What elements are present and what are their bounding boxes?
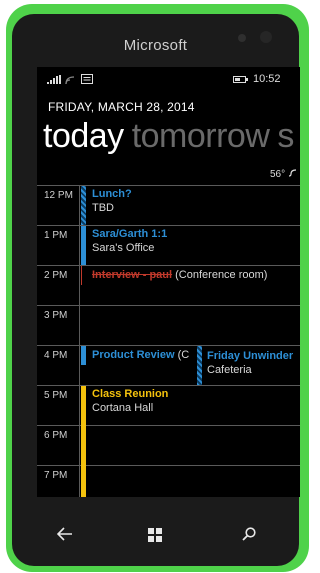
- calendar-event-class-reunion[interactable]: Class Reunion Cortana Hall: [92, 387, 292, 415]
- wifi-icon: [65, 76, 75, 85]
- pivot-tab-tomorrow[interactable]: tomorrow: [132, 117, 270, 155]
- front-camera: [260, 31, 272, 43]
- back-arrow-icon[interactable]: [53, 526, 77, 546]
- event-location: Sara's Office: [92, 242, 155, 254]
- weather-summary: 56°: [270, 168, 298, 180]
- event-status-bar-busy: [81, 346, 86, 365]
- proximity-sensor: [238, 34, 246, 42]
- event-title: Product Review: [92, 349, 175, 361]
- hour-divider: [37, 425, 300, 426]
- event-title: Lunch?: [92, 188, 132, 200]
- status-bar: 10:52: [37, 73, 300, 87]
- calendar-event-sara-garth[interactable]: Sara/Garth 1:1 Sara's Office: [92, 227, 292, 255]
- weather-temperature: 56°: [270, 169, 286, 180]
- event-status-bar-tentative: [197, 346, 202, 385]
- event-location: TBD: [92, 202, 114, 214]
- pivot-header: today tomorrow s: [43, 117, 294, 156]
- hour-label: 4 PM: [44, 350, 68, 361]
- hour-label: 7 PM: [44, 470, 68, 481]
- message-icon: [81, 74, 93, 84]
- time-column-divider: [79, 185, 80, 497]
- hour-divider: [37, 385, 300, 386]
- event-location: Cafeteria: [207, 364, 252, 376]
- event-status-bar-canceled: [81, 266, 82, 285]
- hour-divider: [37, 225, 300, 226]
- battery-icon: [233, 76, 248, 83]
- search-icon[interactable]: [237, 526, 261, 547]
- hour-divider: [37, 465, 300, 466]
- calendar-event-lunch[interactable]: Lunch? TBD: [92, 187, 292, 215]
- hour-divider: [37, 265, 300, 266]
- event-status-bar-busy: [81, 226, 86, 265]
- hour-label: 3 PM: [44, 310, 68, 321]
- hour-label: 12 PM: [44, 190, 73, 201]
- phone-screen: 10:52 FRIDAY, MARCH 28, 2014 today tomorr…: [37, 67, 300, 497]
- event-title: Friday Unwinder: [207, 350, 294, 362]
- pivot-tab-today[interactable]: today: [43, 117, 124, 155]
- calendar-event-friday-unwinder[interactable]: Friday Unwinder Cafeteria: [207, 349, 300, 377]
- device-brand-logo: Microsoft: [123, 37, 188, 54]
- status-time: 10:52: [253, 73, 281, 85]
- header-date: FRIDAY, MARCH 28, 2014: [48, 100, 195, 114]
- phone-shell: Microsoft 10:52 FRIDAY, MARCH 28, 2014 t…: [6, 4, 309, 572]
- event-title: Sara/Garth 1:1: [92, 228, 168, 240]
- calendar-event-product-review[interactable]: Product Review (C: [92, 348, 195, 362]
- day-agenda-grid: 12 PM 1 PM 2 PM 3 PM 4 PM 5 PM 6 PM 7 PM…: [37, 185, 300, 497]
- event-location: Cortana Hall: [92, 402, 154, 414]
- hardware-nav-bar: [12, 514, 299, 566]
- event-status-bar-tentative: [81, 186, 86, 225]
- cloud-icon: [288, 169, 296, 177]
- hour-label: 2 PM: [44, 270, 68, 281]
- event-location: (Conference room): [175, 269, 268, 281]
- event-title: Interview - paul: [92, 269, 173, 281]
- event-title: Class Reunion: [92, 388, 169, 400]
- pivot-tab-next-peek[interactable]: s: [277, 117, 294, 155]
- calendar-event-interview[interactable]: Interview - paul (Conference room): [92, 268, 300, 282]
- event-location: (C: [177, 349, 190, 361]
- hour-label: 1 PM: [44, 230, 68, 241]
- hour-divider: [37, 345, 300, 346]
- event-status-bar-busy: [81, 386, 86, 497]
- hour-label: 5 PM: [44, 390, 68, 401]
- hour-divider: [37, 305, 300, 306]
- hour-label: 6 PM: [44, 430, 68, 441]
- signal-strength-icon: [47, 75, 61, 84]
- hour-divider: [37, 185, 300, 186]
